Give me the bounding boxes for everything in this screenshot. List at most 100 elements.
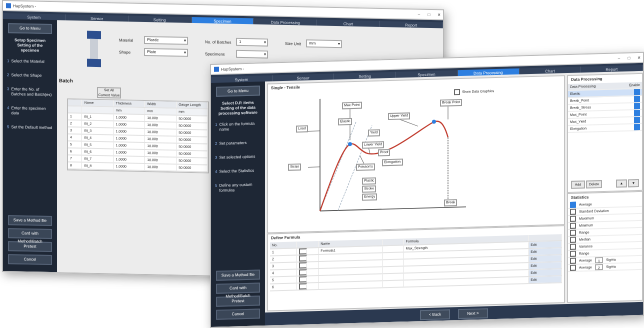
table-cell: 10.000	[145, 164, 176, 171]
card-method-batch-button[interactable]: Card with Method/Batch	[216, 283, 260, 294]
batches-stepper[interactable]: 1	[236, 38, 268, 47]
formula-edit-button[interactable]: Edit	[529, 269, 562, 276]
cancel-button[interactable]: Cancel	[8, 254, 52, 265]
specimens-label: Specimens	[205, 51, 233, 57]
statistics-checkbox[interactable]	[570, 216, 576, 222]
formula-edit-button[interactable]: Edit	[529, 255, 562, 262]
formula-enable-cell	[297, 283, 318, 290]
delete-button[interactable]: Delete	[586, 180, 602, 188]
step-number: 5	[7, 124, 9, 129]
table-cell: 50.0000	[177, 158, 208, 165]
formula-enable-checkbox[interactable]	[299, 262, 307, 268]
sidebar-heading: Select D.P. items Setting of the data pr…	[217, 100, 259, 116]
formula-name-cell[interactable]	[319, 281, 383, 289]
pretest-button[interactable]: Pretest	[8, 241, 52, 252]
dp-enable-checkbox[interactable]	[634, 96, 640, 102]
add-button[interactable]: Add	[571, 181, 585, 189]
close-icon[interactable]: ✕	[435, 12, 443, 17]
specimen-image	[81, 29, 107, 70]
dp-enable-checkbox[interactable]	[634, 124, 640, 130]
column-header: No.	[270, 242, 297, 249]
formula-enable-checkbox[interactable]	[299, 269, 307, 275]
statistics-checkbox[interactable]	[570, 223, 576, 229]
formula-edit-button[interactable]: Edit	[529, 262, 562, 269]
formula-enable-checkbox[interactable]	[299, 283, 307, 289]
statistics-checkbox[interactable]	[570, 202, 576, 208]
step-label: Click on the formula name	[219, 121, 261, 132]
statistics-checkbox[interactable]	[570, 251, 576, 257]
set-all-button[interactable]: Set All Current Value	[97, 87, 121, 99]
dp-list-item[interactable]: Elongation	[568, 124, 642, 133]
card-method-batch-button[interactable]: Card with Method/Batch	[8, 228, 52, 239]
formula-edit-button[interactable]: Edit	[529, 241, 562, 248]
statistics-extra-value[interactable]: 1	[595, 257, 603, 263]
save-method-button[interactable]: Save a Method file	[216, 270, 260, 281]
back-button[interactable]: < Back	[420, 309, 450, 320]
sidebar-step[interactable]: 5Set the Default method	[7, 124, 53, 130]
step-label: Define any custom formulas	[219, 182, 261, 193]
statistics-extra-item[interactable]: Average2Sigma	[568, 263, 642, 272]
statistics-checkbox[interactable]	[570, 230, 576, 236]
table-cell: 50.0000	[177, 144, 208, 151]
sidebar-step[interactable]: 3Set selected options	[215, 154, 261, 160]
material-select[interactable]: Plastic	[144, 36, 188, 45]
unit-cell: mm	[177, 109, 208, 116]
dp-enable-checkbox[interactable]	[634, 103, 640, 109]
statistics-label: Standard Deviation	[579, 208, 609, 215]
maximize-icon[interactable]: □	[425, 12, 433, 17]
statistics-extra-checkbox[interactable]	[570, 265, 576, 271]
sidebar-heading: Setup Specimen Setting of the specimen	[9, 37, 51, 53]
step-number: 4	[7, 105, 9, 115]
formula-separator	[383, 281, 404, 288]
sidebar-step[interactable]: 1Click on the formula name	[215, 121, 261, 132]
sidebar-step[interactable]: 2Select the Shape	[7, 72, 53, 78]
save-method-button[interactable]: Save a Method file	[8, 215, 52, 226]
callout-lower-yield: Lower Yield	[362, 141, 384, 149]
sidebar-step[interactable]: 4Enter the specimen data	[7, 105, 53, 116]
table-cell: Bt_6	[82, 149, 113, 156]
cancel-button[interactable]: Cancel	[216, 309, 260, 320]
statistics-checkbox[interactable]	[570, 237, 576, 243]
formula-number: 3	[270, 263, 297, 270]
callout-yield: Yield	[368, 129, 380, 136]
go-to-menu-button[interactable]: Go to Menu	[8, 23, 52, 34]
dp-enable-checkbox[interactable]	[634, 117, 640, 123]
table-cell: 1.0000	[114, 142, 145, 149]
formula-edit-button[interactable]: Edit	[529, 248, 562, 255]
sidebar-step[interactable]: 3Enter the No. of Batches and Batch(es)	[7, 86, 53, 97]
statistics-checkbox[interactable]	[570, 209, 576, 215]
size-unit-select[interactable]: mm	[306, 39, 342, 48]
dp-enable-checkbox[interactable]	[634, 89, 640, 95]
statistics-checkbox[interactable]	[570, 244, 576, 250]
callout-poissons: Poisson's	[356, 163, 375, 171]
formula-enable-cell	[297, 248, 318, 255]
minimize-icon[interactable]: –	[415, 12, 423, 17]
dp-enable-checkbox[interactable]	[634, 110, 640, 116]
statistics-extra-value[interactable]: 2	[595, 264, 603, 270]
close-icon[interactable]: ✕	[635, 55, 643, 60]
callout-load: Load	[296, 125, 308, 132]
sidebar-step[interactable]: 4Select the Statistics	[215, 168, 261, 174]
minimize-icon[interactable]: –	[615, 55, 623, 60]
move-up-button[interactable]: ▲	[616, 179, 627, 187]
curve-panel: Single - Tensile Show Data Graphics Load…	[267, 75, 565, 233]
shape-select[interactable]: Plate	[144, 48, 188, 57]
specimens-stepper[interactable]	[236, 50, 268, 59]
go-to-menu-button[interactable]: Go to Menu	[216, 86, 260, 97]
tensile-curve-diagram	[268, 76, 564, 232]
formula-enable-checkbox[interactable]	[299, 276, 307, 282]
move-down-button[interactable]: ▼	[628, 179, 639, 187]
formula-edit-button[interactable]: Edit	[529, 276, 562, 283]
sidebar-step[interactable]: 2Set parameters	[215, 140, 261, 146]
statistics-extra-checkbox[interactable]	[570, 258, 576, 264]
maximize-icon[interactable]: □	[625, 55, 633, 60]
formula-enable-checkbox[interactable]	[299, 255, 307, 261]
pretest-button[interactable]: Pretest	[216, 296, 260, 307]
table-cell: 2	[68, 120, 82, 126]
formula-enable-checkbox[interactable]	[299, 248, 307, 254]
sidebar-step[interactable]: 5Define any custom formulas	[215, 182, 261, 193]
data-processing-main: Single - Tensile Show Data Graphics Load…	[265, 71, 643, 326]
formula-separator	[383, 253, 404, 260]
sidebar-step[interactable]: 1Select the Material	[7, 58, 53, 64]
next-button[interactable]: Next >	[458, 308, 488, 319]
